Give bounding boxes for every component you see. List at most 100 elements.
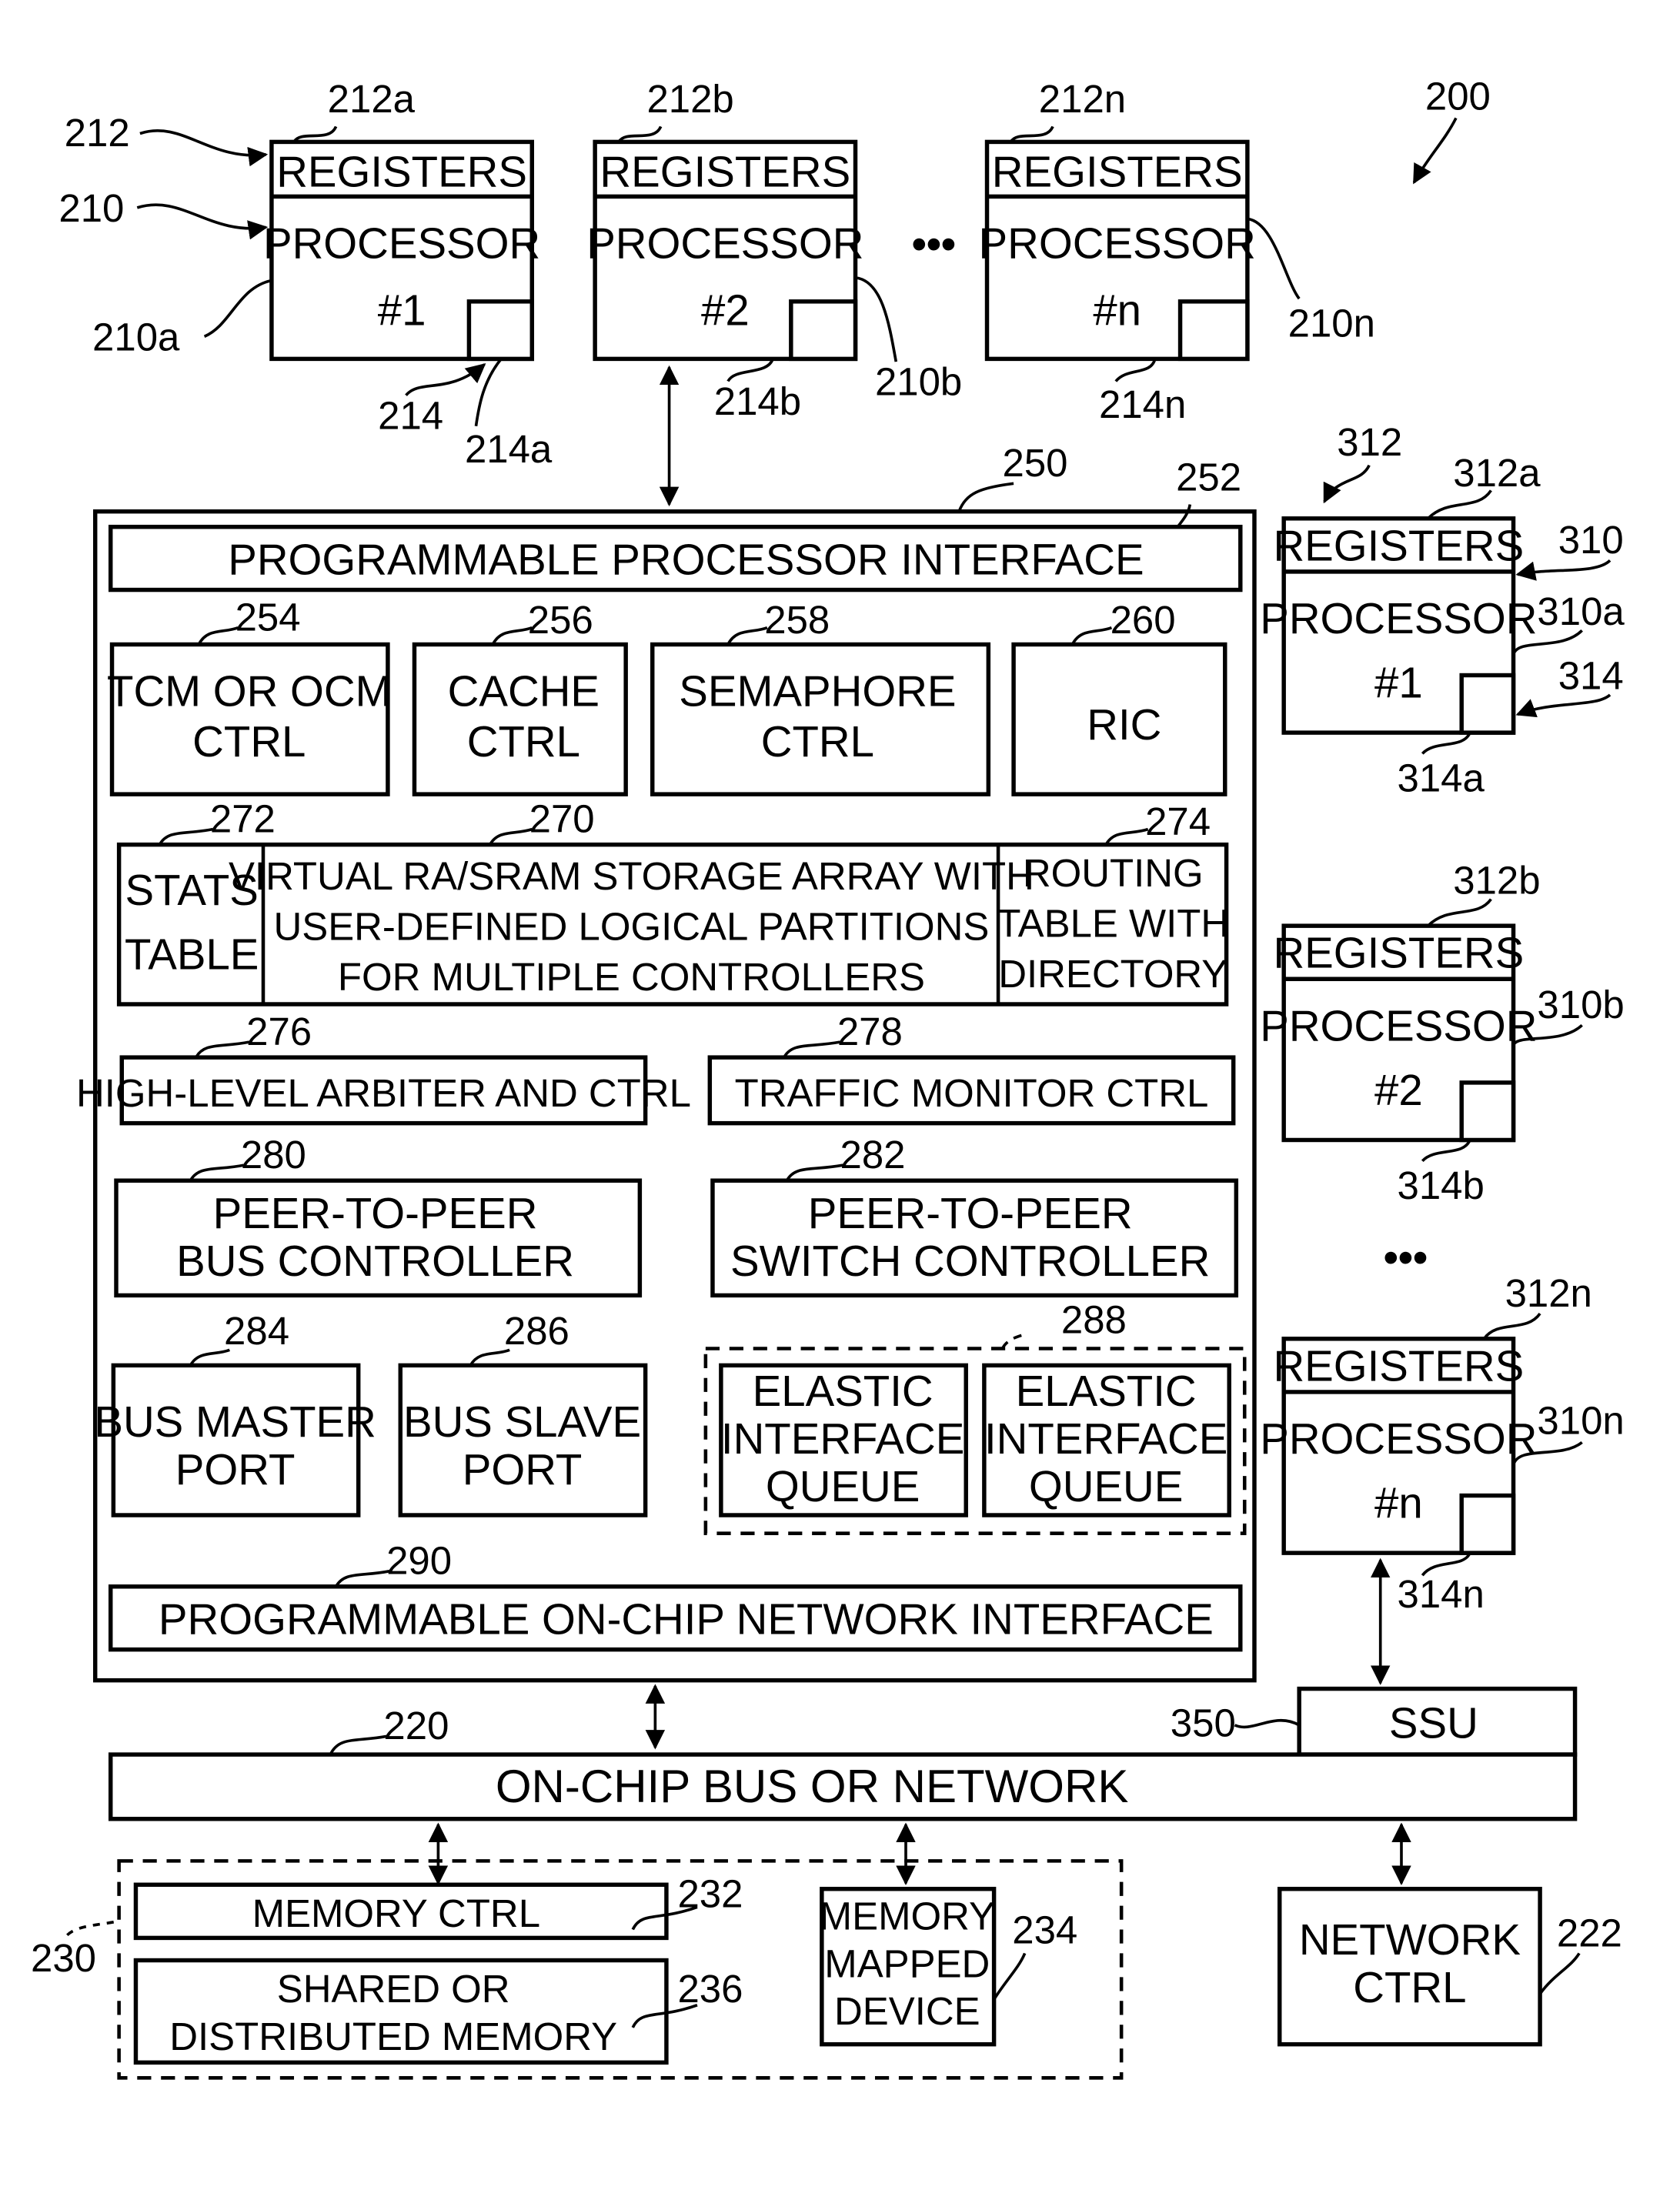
cache-ctrl-line2: CTRL	[467, 717, 580, 766]
shared-mem-line2: DISTRIBUTED MEMORY	[169, 2015, 617, 2058]
virtual-line1: VIRTUAL RA/SRAM STORAGE ARRAY WITH	[229, 854, 1034, 898]
processor-number: #n	[1093, 286, 1141, 335]
semaphore-line2: CTRL	[761, 717, 874, 766]
processor-number: #n	[1374, 1479, 1423, 1527]
cache-square	[1177, 299, 1250, 362]
ric-label: RIC	[1087, 700, 1161, 749]
ref-214b: 214b	[714, 379, 801, 423]
tcm-ocm-ctrl: TCM OR OCM CTRL	[107, 642, 392, 796]
semaphore-ctrl: SEMAPHORE CTRL	[650, 642, 991, 796]
p2p-bus-controller: PEER-TO-PEER BUS CONTROLLER	[114, 1178, 643, 1298]
ref-236: 236	[677, 1967, 743, 2011]
tcm-ocm-line2: CTRL	[192, 717, 306, 766]
p2p-switch-controller: PEER-TO-PEER SWITCH CONTROLLER	[710, 1178, 1239, 1298]
ref-314a: 314a	[1398, 756, 1485, 800]
right-processor-2: REGISTERS PROCESSOR #2	[1260, 923, 1537, 1143]
ref-256: 256	[528, 598, 593, 642]
ref-314n: 314n	[1398, 1572, 1485, 1616]
memory-mapped-device: MEMORY MAPPED DEVICE	[820, 1887, 997, 2047]
routing-line2: TABLE WITH	[997, 902, 1229, 946]
top-processor-n: REGISTERS PROCESSOR #n	[979, 139, 1256, 362]
p2p-bus-line2: BUS CONTROLLER	[176, 1237, 574, 1285]
network-ctrl: NETWORK CTRL	[1277, 1887, 1542, 2047]
ref-278: 278	[837, 1010, 903, 1053]
p2p-bus-line1: PEER-TO-PEER	[213, 1189, 538, 1237]
ref-312a: 312a	[1453, 451, 1541, 495]
registers-label: REGISTERS	[992, 148, 1243, 196]
bus-label: ON-CHIP BUS OR NETWORK	[496, 1761, 1129, 1812]
tcm-ocm-line1: TCM OR OCM	[107, 667, 392, 716]
processor-label: PROCESSOR	[1260, 1414, 1537, 1463]
ref-284: 284	[224, 1309, 289, 1353]
ref-254: 254	[235, 595, 301, 639]
p2p-switch-line1: PEER-TO-PEER	[808, 1189, 1133, 1237]
ref-350: 350	[1171, 1701, 1236, 1744]
cache-ctrl-line1: CACHE	[448, 667, 600, 716]
ref-212a: 212a	[328, 77, 416, 121]
routing-line1: ROUTING	[1023, 851, 1204, 895]
elastic-interface-queue-2: ELASTIC INTERFACE QUEUE	[982, 1363, 1231, 1517]
registers-label: REGISTERS	[1273, 1341, 1524, 1390]
memory-ctrl-label: MEMORY CTRL	[252, 1891, 540, 1935]
registers-label: REGISTERS	[1273, 929, 1524, 977]
processor-label: PROCESSOR	[263, 219, 540, 267]
ssu: SSU	[1297, 1686, 1578, 1757]
ref-222: 222	[1557, 1911, 1622, 1955]
network-ctrl-line1: NETWORK	[1299, 1915, 1521, 1964]
eiq1-line3: QUEUE	[766, 1462, 920, 1511]
semaphore-line1: SEMAPHORE	[679, 667, 956, 716]
ellipsis-right: •••	[1384, 1234, 1428, 1280]
bus-slave-port: BUS SLAVE PORT	[398, 1363, 648, 1517]
ref-212n: 212n	[1039, 77, 1126, 121]
bus-slave-line1: BUS SLAVE	[403, 1397, 641, 1446]
cache-square	[789, 299, 858, 362]
ref-312: 312	[1337, 420, 1402, 464]
ellipsis-top: •••	[912, 220, 956, 267]
processor-label: PROCESSOR	[979, 219, 1256, 267]
ref-274: 274	[1145, 800, 1211, 843]
bus-slave-line2: PORT	[463, 1445, 583, 1494]
virtual-line3: FOR MULTIPLE CONTROLLERS	[338, 955, 925, 999]
traffic-monitor-ctrl: TRAFFIC MONITOR CTRL	[707, 1055, 1236, 1126]
ref-234: 234	[1012, 1908, 1077, 1952]
ref-220: 220	[383, 1704, 449, 1748]
ref-250: 250	[1003, 441, 1068, 485]
figure-ref-200: 200	[1425, 75, 1491, 119]
shared-distributed-memory: SHARED OR DISTRIBUTED MEMORY	[133, 1958, 669, 2065]
ref-214: 214	[378, 393, 443, 437]
ref-310a: 310a	[1537, 589, 1625, 633]
ref-210b: 210b	[875, 360, 962, 404]
cache-ctrl: CACHE CTRL	[412, 642, 628, 796]
eiq2-line1: ELASTIC	[1016, 1367, 1197, 1415]
on-chip-bus: ON-CHIP BUS OR NETWORK	[108, 1752, 1578, 1821]
ref-214n: 214n	[1099, 382, 1186, 426]
ref-214a: 214a	[465, 427, 553, 471]
ref-212: 212	[65, 111, 130, 155]
ref-280: 280	[241, 1133, 306, 1177]
right-processor-1: REGISTERS PROCESSOR #1	[1260, 516, 1537, 735]
eiq1-line2: INTERFACE	[721, 1414, 964, 1463]
processor-number: #2	[701, 286, 750, 335]
arbiter-label: HIGH-LEVEL ARBITER AND CTRL	[76, 1071, 691, 1115]
ref-230: 230	[31, 1936, 96, 1980]
bus-master-line1: BUS MASTER	[94, 1397, 376, 1446]
processor-label: PROCESSOR	[1260, 1001, 1537, 1050]
ppi-label: PROGRAMMABLE PROCESSOR INTERFACE	[228, 536, 1144, 584]
ref-288: 288	[1061, 1298, 1127, 1342]
cache-square	[1459, 1080, 1516, 1143]
ref-210n: 210n	[1288, 301, 1375, 345]
ref-210: 210	[58, 186, 124, 230]
ref-258: 258	[764, 598, 830, 642]
eiq1-line1: ELASTIC	[753, 1367, 934, 1415]
traffic-label: TRAFFIC MONITOR CTRL	[735, 1071, 1209, 1115]
ref-314: 314	[1558, 654, 1624, 698]
virtual-storage-array: VIRTUAL RA/SRAM STORAGE ARRAY WITH USER-…	[229, 854, 1034, 999]
ric: RIC	[1011, 642, 1227, 796]
cache-square	[1459, 1493, 1516, 1555]
cache-square	[1459, 673, 1516, 735]
high-level-arbiter: HIGH-LEVEL ARBITER AND CTRL	[76, 1055, 691, 1126]
system-block-diagram: 200 REGISTERS PROCESSOR #1 212a 212 210 …	[31, 75, 1625, 2080]
ref-212b: 212b	[646, 77, 733, 121]
registers-label: REGISTERS	[1273, 521, 1524, 569]
ref-286: 286	[504, 1309, 569, 1353]
